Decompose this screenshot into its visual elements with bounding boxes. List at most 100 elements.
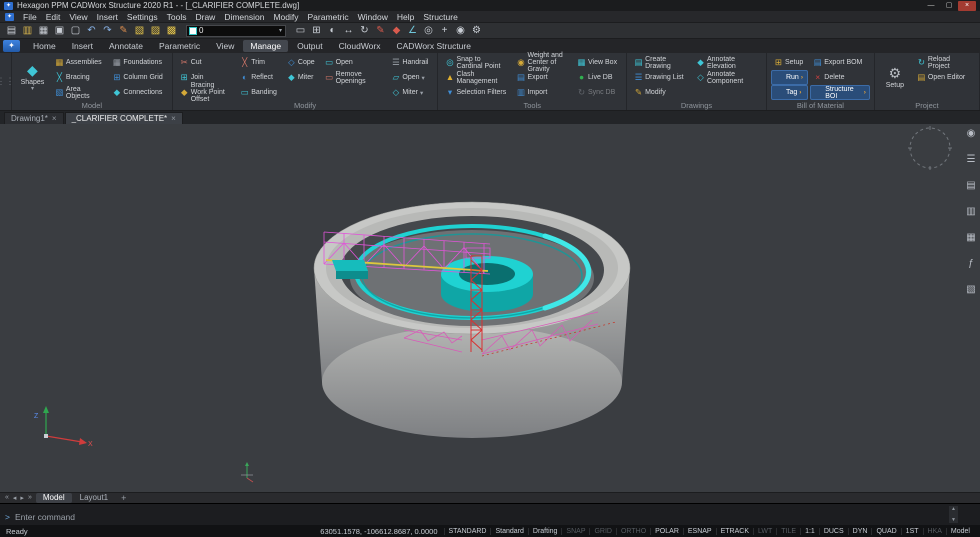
- ribbon-button[interactable]: ▤ Open Editor: [914, 70, 975, 85]
- ribbon-button[interactable]: Tag ›: [770, 85, 809, 100]
- qat-icon[interactable]: ◉: [454, 24, 467, 38]
- ribbon-button[interactable]: × Delete: [810, 70, 870, 85]
- nav-icon[interactable]: ☰: [964, 154, 978, 165]
- menu-item[interactable]: Tools: [167, 12, 187, 22]
- status-toggle[interactable]: 1:1: [800, 527, 819, 535]
- qat-icon[interactable]: ↔: [342, 24, 355, 38]
- menu-item[interactable]: Dimension: [224, 12, 264, 22]
- ribbon-button[interactable]: ◆ Miter: [284, 70, 320, 85]
- close-tab-icon[interactable]: ×: [52, 114, 57, 123]
- ribbon-button[interactable]: ● Live DB: [574, 70, 622, 85]
- menu-item[interactable]: Help: [397, 12, 414, 22]
- menu-item[interactable]: Parametric: [308, 12, 349, 22]
- ribbon-button[interactable]: ✎ Modify: [631, 85, 691, 100]
- nav-icon[interactable]: ◉: [964, 128, 978, 139]
- ribbon-button[interactable]: ↻ Sync DB: [574, 85, 622, 100]
- minimize-button[interactable]: —: [922, 1, 940, 11]
- ribbon-button[interactable]: ✂ Cut: [177, 55, 236, 70]
- command-scrollbar[interactable]: ▲ ▼: [949, 506, 958, 523]
- tab-nav-arrow[interactable]: »: [26, 494, 34, 502]
- menu-app-icon[interactable]: ✦: [5, 12, 14, 21]
- ribbon-button[interactable]: ◆ Connections: [109, 85, 167, 100]
- ribbon-button[interactable]: ◇ Cope: [284, 55, 320, 70]
- qat-icon[interactable]: ↶: [85, 24, 98, 38]
- status-toggle[interactable]: Drafting: [527, 527, 562, 535]
- status-toggle[interactable]: LWT: [753, 527, 776, 535]
- ribbon-button[interactable]: ▤ Export BOM: [810, 55, 870, 70]
- qat-icon[interactable]: ◆: [390, 24, 403, 38]
- status-toggle[interactable]: ESNAP: [682, 527, 716, 535]
- drawing-tab[interactable]: Drawing1* ×: [4, 112, 64, 124]
- status-toggle[interactable]: POLAR: [650, 527, 683, 535]
- nav-icon[interactable]: ▦: [964, 232, 978, 243]
- menu-item[interactable]: Edit: [46, 12, 61, 22]
- ribbon-button[interactable]: ◎ Snap to Cardinal Point: [442, 55, 511, 70]
- project-setup-button[interactable]: ⚙ Setup: [879, 55, 911, 99]
- ribbon-button[interactable]: ▾ Selection Filters: [442, 85, 511, 100]
- status-toggle[interactable]: STANDARD: [443, 527, 491, 535]
- menu-item[interactable]: Insert: [97, 12, 118, 22]
- qat-icon[interactable]: ▧: [133, 24, 146, 38]
- status-toggle[interactable]: TILE: [776, 527, 800, 535]
- nav-icon[interactable]: ▤: [964, 180, 978, 191]
- layer-dropdown[interactable]: 0 ▾: [186, 24, 286, 37]
- layout-tab[interactable]: Layout1: [73, 493, 115, 503]
- ribbon-button[interactable]: ⊞ Setup: [771, 55, 808, 70]
- qat-icon[interactable]: ⊞: [310, 24, 323, 38]
- nav-icon[interactable]: ▧: [964, 284, 978, 295]
- qat-icon[interactable]: ✎: [374, 24, 387, 38]
- ribbon-button[interactable]: ▤ Export: [513, 70, 572, 85]
- qat-icon[interactable]: ▥: [21, 24, 34, 38]
- ribbon-tab[interactable]: CloudWorx: [332, 40, 388, 52]
- ribbon-button[interactable]: ╳ Trim: [237, 55, 282, 70]
- close-button[interactable]: ×: [958, 0, 976, 11]
- ribbon-tab[interactable]: Home: [26, 40, 63, 52]
- menu-item[interactable]: Modify: [273, 12, 298, 22]
- ribbon-button[interactable]: ▥ Import: [513, 85, 572, 100]
- ribbon-tab[interactable]: Output: [290, 40, 330, 52]
- status-toggle[interactable]: Model: [945, 527, 974, 535]
- status-toggle[interactable]: GRID: [589, 527, 616, 535]
- command-input[interactable]: > Enter command: [5, 512, 75, 522]
- menu-item[interactable]: Structure: [423, 12, 458, 22]
- nav-icon[interactable]: ▥: [964, 206, 978, 217]
- ribbon-button[interactable]: ◆ Annotate Elevation: [693, 55, 762, 70]
- new-layout-button[interactable]: +: [117, 493, 130, 503]
- qat-icon[interactable]: ▣: [53, 24, 66, 38]
- ribbon-button[interactable]: ☰ Drawing List: [631, 70, 691, 85]
- ribbon-button[interactable]: Run ›: [770, 70, 809, 85]
- menu-item[interactable]: File: [23, 12, 37, 22]
- ribbon-button[interactable]: Structure BOI ›: [810, 85, 870, 100]
- ribbon-button[interactable]: ▭ Remove Openings: [322, 70, 387, 85]
- scroll-up-icon[interactable]: ▲: [951, 506, 956, 512]
- qat-icon[interactable]: ▭: [294, 24, 307, 38]
- status-toggle[interactable]: ETRACK: [715, 527, 753, 535]
- ribbon-button[interactable]: ◉ Weight and Center of Gravity: [513, 52, 572, 73]
- status-toggle[interactable]: 1ST: [900, 527, 923, 535]
- ribbon-button[interactable]: ▦ View Box: [574, 55, 622, 70]
- drawing-tab[interactable]: _CLARIFIER COMPLETE* ×: [64, 112, 183, 124]
- menu-item[interactable]: Window: [358, 12, 388, 22]
- ribbon-button[interactable]: ▧ Area Objects: [52, 85, 108, 100]
- ribbon-button[interactable]: ▭ Open: [322, 55, 387, 70]
- shapes-button[interactable]: ◆ Shapes ▾: [16, 55, 49, 99]
- maximize-button[interactable]: ▢: [940, 1, 958, 11]
- status-toggle[interactable]: SNAP: [561, 527, 589, 535]
- qat-icon[interactable]: ▤: [5, 24, 18, 38]
- ribbon-button[interactable]: ╳ Bracing: [52, 70, 108, 85]
- ribbon-button[interactable]: ▦ Foundations: [109, 55, 167, 70]
- ribbon-button[interactable]: ◐ Reflect: [237, 70, 282, 85]
- nav-icon[interactable]: ƒ: [964, 258, 978, 269]
- close-tab-icon[interactable]: ×: [171, 114, 176, 123]
- menu-item[interactable]: Settings: [127, 12, 158, 22]
- status-toggle[interactable]: DYN: [847, 527, 872, 535]
- layout-tab[interactable]: Model: [35, 493, 72, 503]
- qat-icon[interactable]: ↷: [101, 24, 114, 38]
- ribbon-button[interactable]: ▲ Clash Management: [442, 70, 511, 85]
- qat-icon[interactable]: ◎: [422, 24, 435, 38]
- qat-icon[interactable]: ∠: [406, 24, 419, 38]
- tab-nav-arrow[interactable]: «: [3, 494, 11, 502]
- ribbon-button[interactable]: ▤ Create Drawing: [631, 55, 691, 70]
- ribbon-app-button[interactable]: ✦: [3, 40, 20, 52]
- menu-item[interactable]: Draw: [195, 12, 215, 22]
